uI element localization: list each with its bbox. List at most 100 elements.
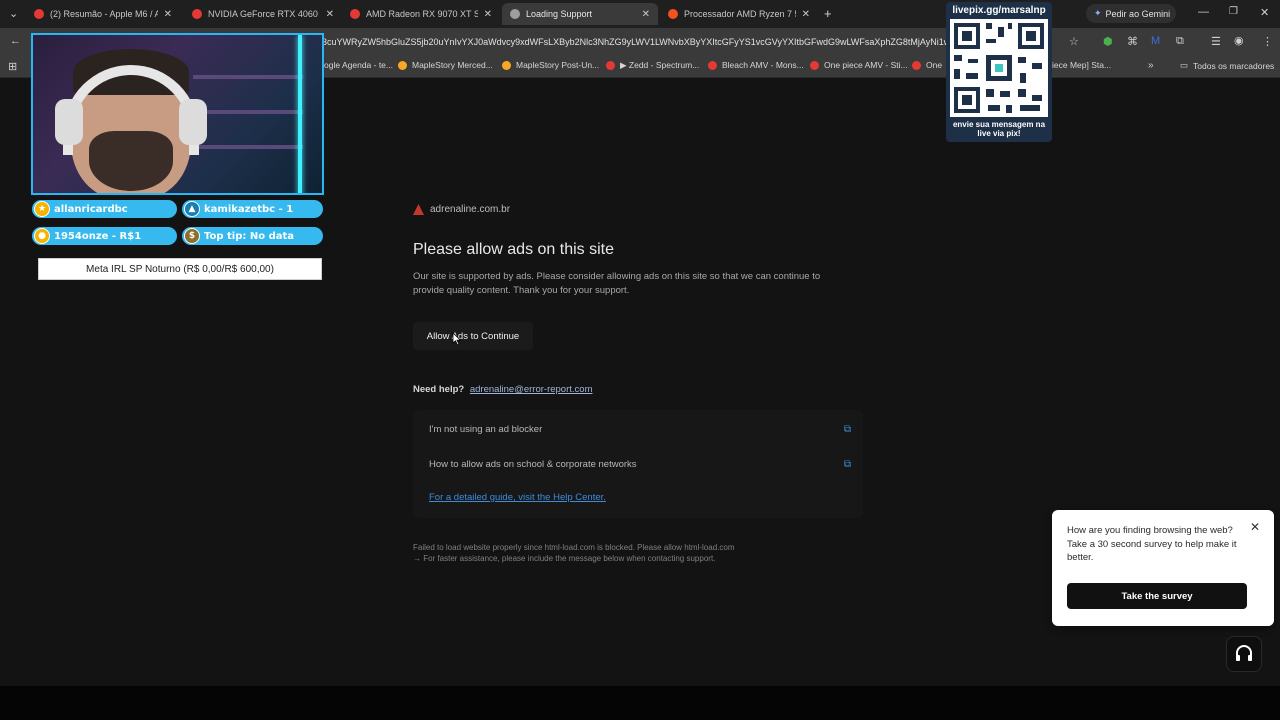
- globe-favicon-icon: [510, 9, 520, 19]
- youtube-favicon-icon: [912, 60, 921, 70]
- star-icon: ★: [34, 201, 50, 217]
- bookmark-item[interactable]: One: [912, 60, 942, 70]
- bookmark-item[interactable]: MapleStory Post-Un...: [502, 60, 599, 70]
- site-favicon-icon: [192, 9, 202, 19]
- bookmark-item[interactable]: ogle Agenda - te...: [324, 60, 393, 70]
- take-survey-button[interactable]: Take the survey: [1067, 583, 1247, 609]
- restore-icon[interactable]: ❐: [1229, 6, 1238, 17]
- headset-earcup: [179, 99, 207, 145]
- bookmark-label: One piece AMV - Sti...: [824, 60, 908, 70]
- survey-popup: How are you finding browsing the web? Ta…: [1052, 510, 1274, 626]
- webcam-shelf: [193, 145, 303, 149]
- error-line-2: → For faster assistance, please include …: [413, 554, 716, 563]
- external-link-icon: ⧉: [843, 423, 851, 435]
- minimize-icon[interactable]: —: [1198, 6, 1209, 18]
- close-tab-icon[interactable]: ✕: [326, 9, 334, 20]
- tab-search-icon[interactable]: ⌄: [9, 7, 18, 20]
- bottom-bar: [0, 686, 1280, 720]
- extension-m-icon[interactable]: M: [1151, 35, 1160, 47]
- all-bookmarks-folder[interactable]: ▭ Todos os marcadores: [1180, 60, 1274, 71]
- tab-resumao[interactable]: (2) Resumão - Apple M6 / AMD ✕: [26, 3, 180, 25]
- mouse-cursor-icon: [452, 332, 462, 346]
- overlay-pill-sub: ▲ kamikazetbc - 1: [182, 200, 323, 218]
- bookmark-item[interactable]: iece Mep] Sta...: [1052, 60, 1111, 70]
- bookmark-label: ▶ Zedd - Spectrum...: [620, 60, 700, 70]
- qr-title: livepix.gg/marsalnp: [952, 5, 1046, 16]
- need-help-line: Need help? adrenaline@error-report.com: [413, 384, 592, 395]
- bookmark-star-icon[interactable]: ☆: [1069, 35, 1079, 48]
- address-bar[interactable]: 3cuYWRyZW5hbGluZS5jb20uYnIvYXJ0aWdvcy9xd…: [322, 32, 962, 52]
- apps-grid-icon[interactable]: ⊞: [8, 60, 17, 73]
- external-link-icon: ⧉: [843, 458, 851, 470]
- tab-amd-radeon[interactable]: AMD Radeon RX 9070 XT Spec ✕: [342, 3, 500, 25]
- overlay-pill-top-tip: $ Top tip: No data: [182, 227, 323, 245]
- folder-icon: ▭: [1180, 60, 1189, 70]
- profile-avatar-icon[interactable]: ◉: [1234, 34, 1244, 47]
- help-item-school-networks[interactable]: How to allow ads on school & corporate n…: [429, 454, 851, 474]
- bookmarks-overflow-icon[interactable]: »: [1148, 60, 1154, 71]
- browser-window: ⌄ (2) Resumão - Apple M6 / AMD ✕ NVIDIA …: [0, 0, 1280, 720]
- gemini-button[interactable]: ✦ Pedir ao Gemini: [1086, 4, 1176, 23]
- close-icon[interactable]: ✕: [1250, 520, 1260, 534]
- pill-text: 1954onze - R$1: [54, 230, 142, 242]
- qr-code-icon: [950, 19, 1048, 117]
- gemini-label: Pedir ao Gemini: [1105, 8, 1171, 19]
- gemini-icon: ✦: [1094, 8, 1102, 18]
- bookmark-label: MapleStory Merced...: [412, 60, 493, 70]
- extension-gamepad-icon[interactable]: ⌘: [1127, 35, 1138, 48]
- bookmark-label: Bleach AMV - Mons...: [722, 60, 804, 70]
- site-favicon-icon: [350, 9, 360, 19]
- overlay-pill-follower: ★ allanricardbc: [32, 200, 177, 218]
- allow-ads-button[interactable]: Allow Ads to Continue: [413, 322, 533, 350]
- page-title: Please allow ads on this site: [413, 241, 614, 258]
- tab-label: Processador AMD Ryzen 7 580: [684, 9, 796, 19]
- tab-loading-support[interactable]: Loading Support ✕: [502, 3, 658, 25]
- support-chat-button[interactable]: [1226, 636, 1262, 672]
- qr-subtitle-line-2: live via pix!: [977, 129, 1021, 138]
- headset-earcup: [55, 99, 83, 145]
- error-line-1: Failed to load website properly since ht…: [413, 543, 735, 552]
- adrenaline-logo-icon: [413, 204, 424, 215]
- extensions-puzzle-icon[interactable]: ⧉: [1176, 35, 1184, 48]
- money-bag-icon: $: [184, 228, 200, 244]
- donation-goal-bar: Meta IRL SP Noturno (R$ 0,00/R$ 600,00): [38, 258, 322, 280]
- bookmark-label: One: [926, 60, 943, 70]
- close-window-icon[interactable]: ✕: [1260, 6, 1269, 19]
- close-tab-icon[interactable]: ✕: [164, 9, 172, 20]
- site-name: adrenaline.com.br: [430, 204, 511, 215]
- youtube-favicon-icon: [708, 60, 717, 70]
- survey-text: How are you finding browsing the web? Ta…: [1067, 525, 1237, 563]
- need-help-label: Need help?: [413, 384, 465, 395]
- tab-bar: ⌄ (2) Resumão - Apple M6 / AMD ✕ NVIDIA …: [0, 0, 1280, 28]
- site-favicon-icon: [668, 9, 678, 19]
- all-bookmarks-label: Todos os marcadores: [1193, 60, 1275, 71]
- bookmark-label: MapleStory Post-Un...: [516, 60, 600, 70]
- support-email-link[interactable]: adrenaline@error-report.com: [470, 384, 593, 395]
- youtube-favicon-icon: [606, 61, 615, 70]
- youtube-favicon-icon: [810, 60, 819, 70]
- tab-label: (2) Resumão - Apple M6 / AMD: [50, 9, 158, 19]
- new-tab-icon[interactable]: +: [824, 6, 832, 21]
- bookmark-item[interactable]: ▶ Zedd - Spectrum...: [606, 60, 699, 71]
- tab-nvidia[interactable]: NVIDIA GeForce RTX 4060 Spec ✕: [184, 3, 342, 25]
- back-icon[interactable]: ←: [10, 35, 21, 47]
- bookmark-item[interactable]: Bleach AMV - Mons...: [708, 60, 804, 70]
- triangle-icon: ▲: [184, 201, 200, 217]
- help-item-no-adblocker[interactable]: I'm not using an ad blocker ⧉: [429, 419, 851, 439]
- pill-text: allanricardbc: [54, 203, 128, 215]
- close-tab-icon[interactable]: ✕: [484, 9, 492, 20]
- site-header: adrenaline.com.br: [413, 204, 510, 215]
- side-panel-icon[interactable]: ☰: [1211, 35, 1221, 48]
- extension-shield-icon[interactable]: ⬢: [1103, 35, 1113, 48]
- webcam-feed: [31, 33, 324, 195]
- bookmark-item[interactable]: One piece AMV - Sti...: [810, 60, 908, 70]
- close-tab-icon[interactable]: ✕: [802, 9, 810, 20]
- close-tab-icon[interactable]: ✕: [642, 9, 650, 20]
- bookmark-label: ogle Agenda - te...: [324, 60, 393, 70]
- tab-ryzen[interactable]: Processador AMD Ryzen 7 580 ✕: [660, 3, 818, 25]
- help-center-link[interactable]: For a detailed guide, visit the Help Cen…: [429, 492, 606, 503]
- bookmark-item[interactable]: MapleStory Merced...: [398, 60, 493, 70]
- more-menu-icon[interactable]: ⋮: [1262, 35, 1273, 48]
- maplestory-favicon-icon: [398, 60, 407, 70]
- qr-subtitle-line-1: envie sua mensagem na: [952, 120, 1046, 129]
